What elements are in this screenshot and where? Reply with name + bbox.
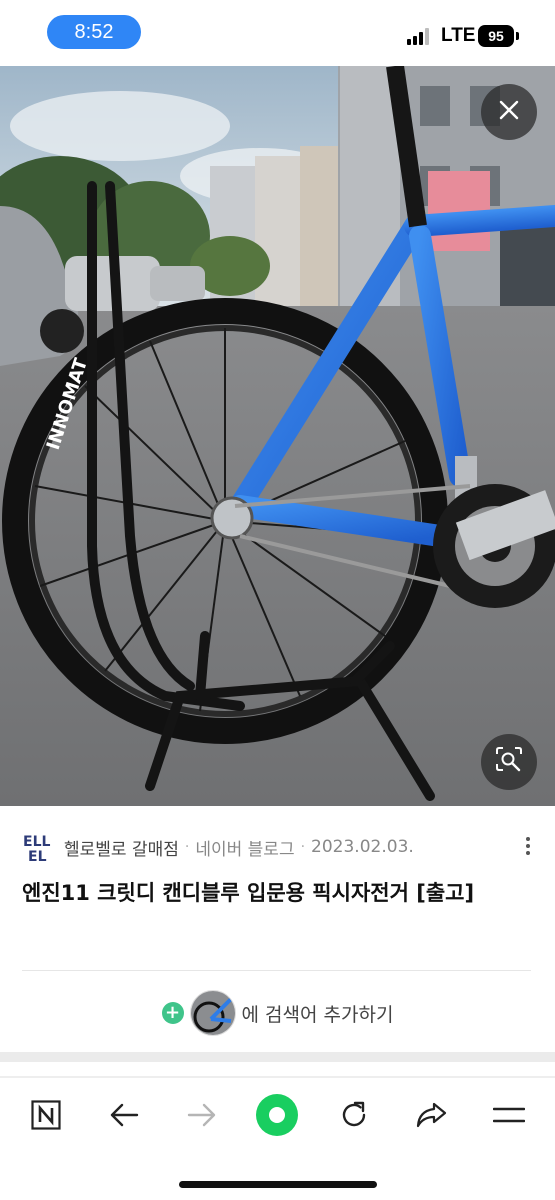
refresh-button[interactable] (325, 1096, 383, 1138)
source-name[interactable]: 헬로벨로 갈매점 (64, 835, 179, 860)
network-type: LTE (441, 25, 476, 46)
naver-home-button[interactable] (17, 1096, 75, 1138)
battery-icon: 95 (478, 25, 514, 47)
close-button[interactable] (481, 84, 537, 140)
home-indicator[interactable] (179, 1181, 377, 1188)
back-arrow-icon (109, 1102, 139, 1132)
image-search-button[interactable] (481, 734, 537, 790)
menu-button[interactable] (480, 1096, 538, 1138)
nav-top-border (0, 1076, 555, 1078)
forward-arrow-icon (187, 1102, 217, 1132)
plus-icon: + (161, 1002, 184, 1024)
add-search-term-text: 에 검색어 추가하기 (241, 1003, 394, 1026)
bike-photo[interactable]: INNOMAT (0, 66, 555, 806)
browser-bottom-nav (0, 1080, 555, 1200)
signal-icon (407, 28, 433, 45)
section-separator (0, 1052, 555, 1062)
time-pill[interactable]: 8:52 (47, 15, 141, 49)
forward-button[interactable] (173, 1096, 231, 1138)
source-type: 네이버 블로그 (195, 839, 295, 860)
source-logo: ELL EL (23, 834, 50, 864)
menu-icon (492, 1105, 526, 1129)
status-time: 8:52 (74, 20, 114, 43)
back-button[interactable] (95, 1096, 153, 1138)
share-icon (415, 1101, 447, 1133)
naver-n-icon (31, 1100, 61, 1134)
source-row[interactable]: ELL EL 헬로벨로 갈매점 · 네이버 블로그 · 2023.02.03. (22, 830, 414, 864)
status-bar: 8:52 LTE 95 (0, 0, 555, 66)
image-thumbnail (189, 990, 236, 1036)
separator-dot: · (184, 839, 190, 855)
green-dot-button[interactable] (248, 1093, 306, 1141)
battery-tip (516, 32, 519, 40)
image-search-icon (494, 746, 524, 778)
share-button[interactable] (402, 1096, 460, 1138)
close-icon (499, 100, 519, 124)
source-logo-top: ELL (23, 834, 50, 850)
refresh-icon (338, 1099, 370, 1135)
image-title[interactable]: 엔진11 크릿디 캔디블루 입문용 픽시자전거 [출고] (22, 876, 534, 910)
image-info-panel: ELL EL 헬로벨로 갈매점 · 네이버 블로그 · 2023.02.03. … (0, 806, 555, 1052)
divider (22, 970, 531, 971)
add-search-term-button[interactable]: + 에 검색어 추가하기 (0, 990, 555, 1036)
battery-level: 95 (488, 28, 504, 44)
separator-dot: · (300, 839, 306, 855)
source-date: 2023.02.03. (311, 837, 414, 857)
more-options-icon[interactable] (521, 834, 535, 860)
green-dot-icon (255, 1093, 299, 1141)
bike-photo-graphic: INNOMAT (0, 66, 555, 806)
source-logo-bottom: EL (28, 849, 47, 864)
